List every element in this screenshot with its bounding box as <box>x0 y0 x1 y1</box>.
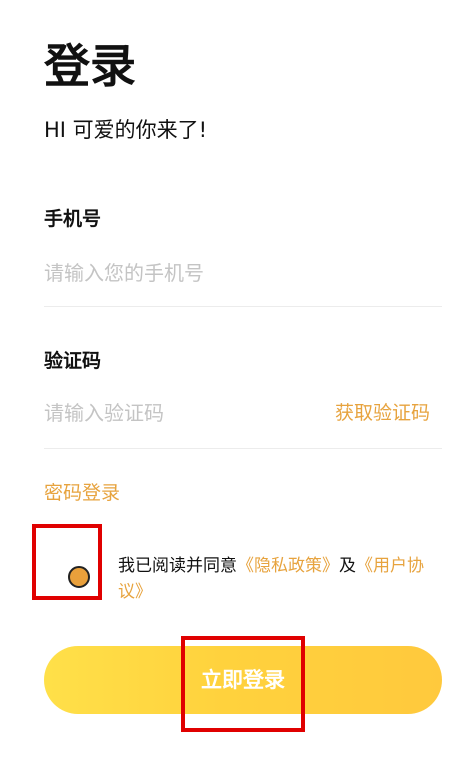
phone-divider <box>44 306 442 307</box>
checkbox-checked-dot-icon <box>68 566 90 588</box>
password-login-link[interactable]: 密码登录 <box>44 479 120 507</box>
get-code-button[interactable]: 获取验证码 <box>335 399 430 427</box>
login-button[interactable]: 立即登录 <box>44 646 442 714</box>
login-button-label: 立即登录 <box>201 668 285 692</box>
agreement-prefix: 我已阅读并同意 <box>118 556 237 576</box>
code-divider <box>44 448 442 449</box>
verification-code-input[interactable] <box>44 393 314 433</box>
privacy-policy-link[interactable]: 《隐私政策》 <box>237 556 339 576</box>
phone-input[interactable] <box>44 253 442 293</box>
agreement-text: 我已阅读并同意《隐私政策》及《用户协议》 <box>118 553 448 605</box>
page-title: 登录 <box>44 39 136 93</box>
phone-label: 手机号 <box>44 208 102 230</box>
page-subtitle: HI 可爱的你来了! <box>44 118 208 142</box>
agreement-checkbox[interactable] <box>32 524 102 600</box>
code-label: 验证码 <box>44 350 102 372</box>
agreement-conjunction: 及 <box>339 556 356 576</box>
